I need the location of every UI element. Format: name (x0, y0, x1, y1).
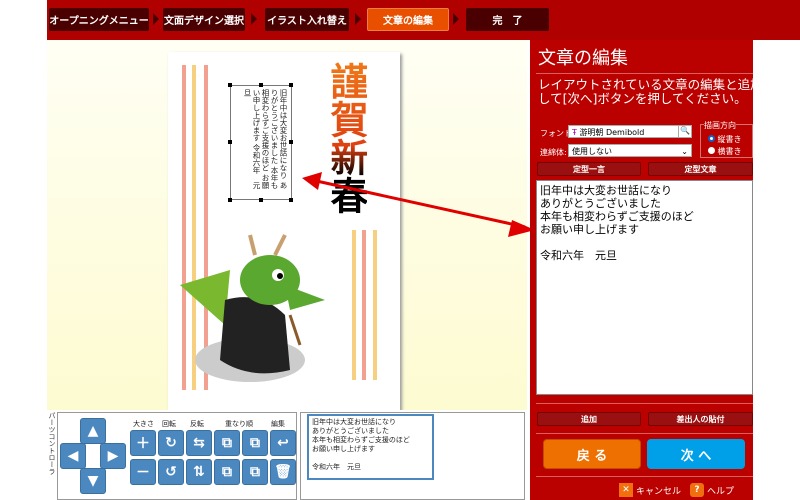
flip-horizontal-button[interactable]: ⇆ (186, 430, 212, 456)
step-text-edit[interactable]: 文章の編集 (367, 8, 449, 31)
greeting-text-box[interactable]: 旧年中は大変お世話になり ありがとうございました 本年も相変わらずご支援のほど … (230, 85, 292, 200)
undo-button[interactable]: ↩ (270, 430, 296, 456)
rotate-label: 回転 (162, 420, 176, 428)
step-opening-menu[interactable]: オープニングメニュー (49, 8, 149, 31)
direction-group-label: 描画方向 (704, 120, 736, 131)
move-down-button[interactable]: ▼ (80, 468, 106, 494)
teikei-ichigon-button[interactable]: 定型一言 (537, 162, 641, 176)
panel-description: レイアウトされている文章の編集と追加を して[次へ]ボタンを押してください。 (538, 78, 753, 106)
rotate-ccw-button[interactable]: ↺ (158, 459, 184, 485)
flip-vertical-button[interactable]: ⇅ (186, 459, 212, 485)
add-button[interactable]: 追加 (537, 412, 641, 426)
next-button[interactable]: 次 へ (647, 439, 745, 469)
bring-forward-button[interactable]: ⧉ (214, 430, 240, 456)
step-design-select[interactable]: 文面デザイン選択 (163, 8, 245, 31)
edit-label: 編集 (271, 420, 285, 428)
renmen-label: 連綿体: (540, 148, 567, 157)
delete-icon[interactable]: 🗑 (270, 459, 296, 485)
cancel-button[interactable]: ✕ キャンセル (619, 483, 681, 497)
move-left-button[interactable]: ◀ (60, 443, 86, 469)
dragon-illustration[interactable] (170, 230, 340, 390)
font-search-icon[interactable]: 🔍 (678, 125, 692, 138)
teikei-bunsho-button[interactable]: 定型文章 (648, 162, 753, 176)
renmen-select[interactable]: 使用しない ⌄ (568, 144, 692, 157)
radio-vertical[interactable]: 縦書き (708, 134, 742, 145)
move-up-button[interactable]: ▲ (80, 418, 106, 444)
guide-arrow (302, 172, 535, 237)
step-illust-replace[interactable]: イラスト入れ替え (265, 8, 349, 31)
panel-title: 文章の編集 (538, 48, 628, 69)
shrink-button[interactable]: － (130, 459, 156, 485)
enlarge-button[interactable]: ＋ (130, 430, 156, 456)
text-editor[interactable]: 旧年中は大変お世話になり ありがとうございました 本年も相変わらずご支援のほど … (536, 180, 753, 395)
radio-horizontal[interactable]: 横書き (708, 146, 742, 157)
help-button[interactable]: ? ヘルプ (690, 483, 734, 497)
move-right-button[interactable]: ▶ (100, 443, 126, 469)
sender-paste-button[interactable]: 差出人の貼付 (648, 412, 753, 426)
close-icon: ✕ (619, 483, 633, 497)
back-button[interactable]: 戻 る (543, 439, 641, 469)
step-complete[interactable]: 完 了 (466, 8, 549, 31)
help-icon: ? (690, 483, 704, 497)
send-back-button[interactable]: ⧉ (242, 459, 268, 485)
send-backward-button[interactable]: ⧉ (214, 459, 240, 485)
font-select[interactable]: Ŧ 游明朝 Demibold⌄ (568, 125, 692, 138)
text-preview[interactable]: 旧年中は大変お世話になり ありがとうございました 本年も相変わらずご支援のほど … (307, 414, 434, 480)
bring-front-button[interactable]: ⧉ (242, 430, 268, 456)
flip-label: 反転 (190, 420, 204, 428)
rotate-cw-button[interactable]: ↻ (158, 430, 184, 456)
size-label: 大きさ (133, 420, 154, 428)
order-label: 重なり順 (225, 420, 253, 428)
controller-side-label: パーツコントローラ (48, 412, 56, 475)
